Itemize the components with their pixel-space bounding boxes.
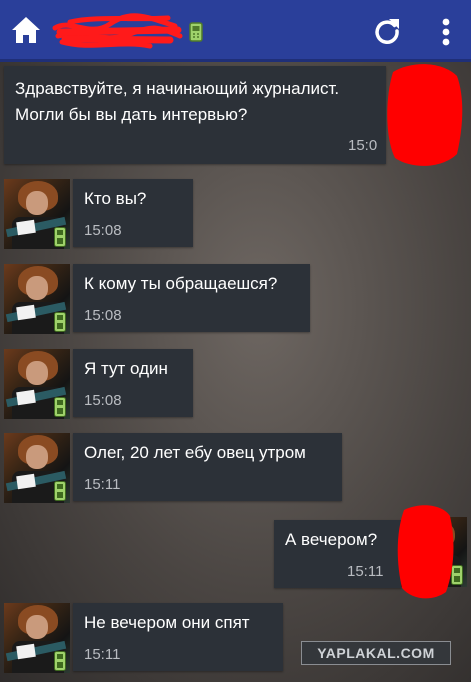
avatar-paper	[16, 473, 36, 490]
avatar-face	[26, 361, 48, 385]
avatar-face	[26, 615, 48, 639]
redacted-avatar	[387, 64, 463, 166]
avatar-face	[26, 276, 48, 300]
message-text: Олег, 20 лет ебу овец утром	[84, 443, 306, 462]
message-bubble-outgoing[interactable]: А вечером? 15:11	[274, 520, 402, 588]
message-time: 15:0	[348, 137, 378, 154]
message-time: 15:08	[84, 307, 122, 324]
online-badge-icon	[54, 227, 66, 247]
message-text: Не вечером они спят	[84, 613, 250, 632]
online-badge-icon	[54, 312, 66, 332]
avatar-paper	[16, 643, 36, 660]
redacted-avatar	[397, 505, 454, 599]
message-text: Кто вы?	[84, 189, 147, 208]
message-text: Здравствуйте, я начинающий журналист.	[15, 79, 340, 98]
message-bubble-incoming[interactable]: К кому ты обращаешся? 15:08	[73, 264, 310, 332]
avatar[interactable]	[4, 264, 70, 334]
avatar[interactable]	[4, 433, 70, 503]
home-icon[interactable]	[10, 15, 42, 45]
message-time: 15:11	[84, 646, 121, 663]
message-bubble-incoming[interactable]: Олег, 20 лет ебу овец утром 15:11	[73, 433, 342, 501]
redacted-contact-name	[52, 13, 183, 49]
message-time: 15:11	[347, 563, 384, 580]
phone-icon	[189, 22, 203, 42]
more-vert-icon[interactable]	[433, 14, 459, 50]
avatar-paper	[16, 389, 36, 406]
message-bubble-incoming[interactable]: Кто вы? 15:08	[73, 179, 193, 247]
watermark: YAPLAKAL.COM	[301, 641, 451, 665]
message-text: А вечером?	[285, 530, 378, 549]
avatar[interactable]	[4, 349, 70, 419]
online-badge-icon	[54, 397, 66, 417]
avatar-face	[26, 191, 48, 215]
online-badge-icon	[54, 651, 66, 671]
message-time: 15:08	[84, 392, 122, 409]
avatar[interactable]	[4, 603, 70, 673]
message-time: 15:08	[84, 222, 122, 239]
avatar-paper	[16, 219, 36, 236]
avatar-paper	[16, 304, 36, 321]
refresh-icon[interactable]	[372, 16, 402, 46]
online-badge-icon	[54, 481, 66, 501]
top-app-bar	[0, 0, 471, 62]
message-text: Я тут один	[84, 359, 168, 378]
message-bubble-outgoing[interactable]: Здравствуйте, я начинающий журналист. Мо…	[4, 66, 386, 164]
message-bubble-incoming[interactable]: Не вечером они спят 15:11	[73, 603, 283, 671]
message-text: Могли бы вы дать интервью?	[15, 105, 248, 124]
avatar[interactable]	[4, 179, 70, 249]
message-text: К кому ты обращаешся?	[84, 274, 278, 293]
avatar-face	[26, 445, 48, 469]
message-time: 15:11	[84, 476, 121, 493]
message-bubble-incoming[interactable]: Я тут один 15:08	[73, 349, 193, 417]
